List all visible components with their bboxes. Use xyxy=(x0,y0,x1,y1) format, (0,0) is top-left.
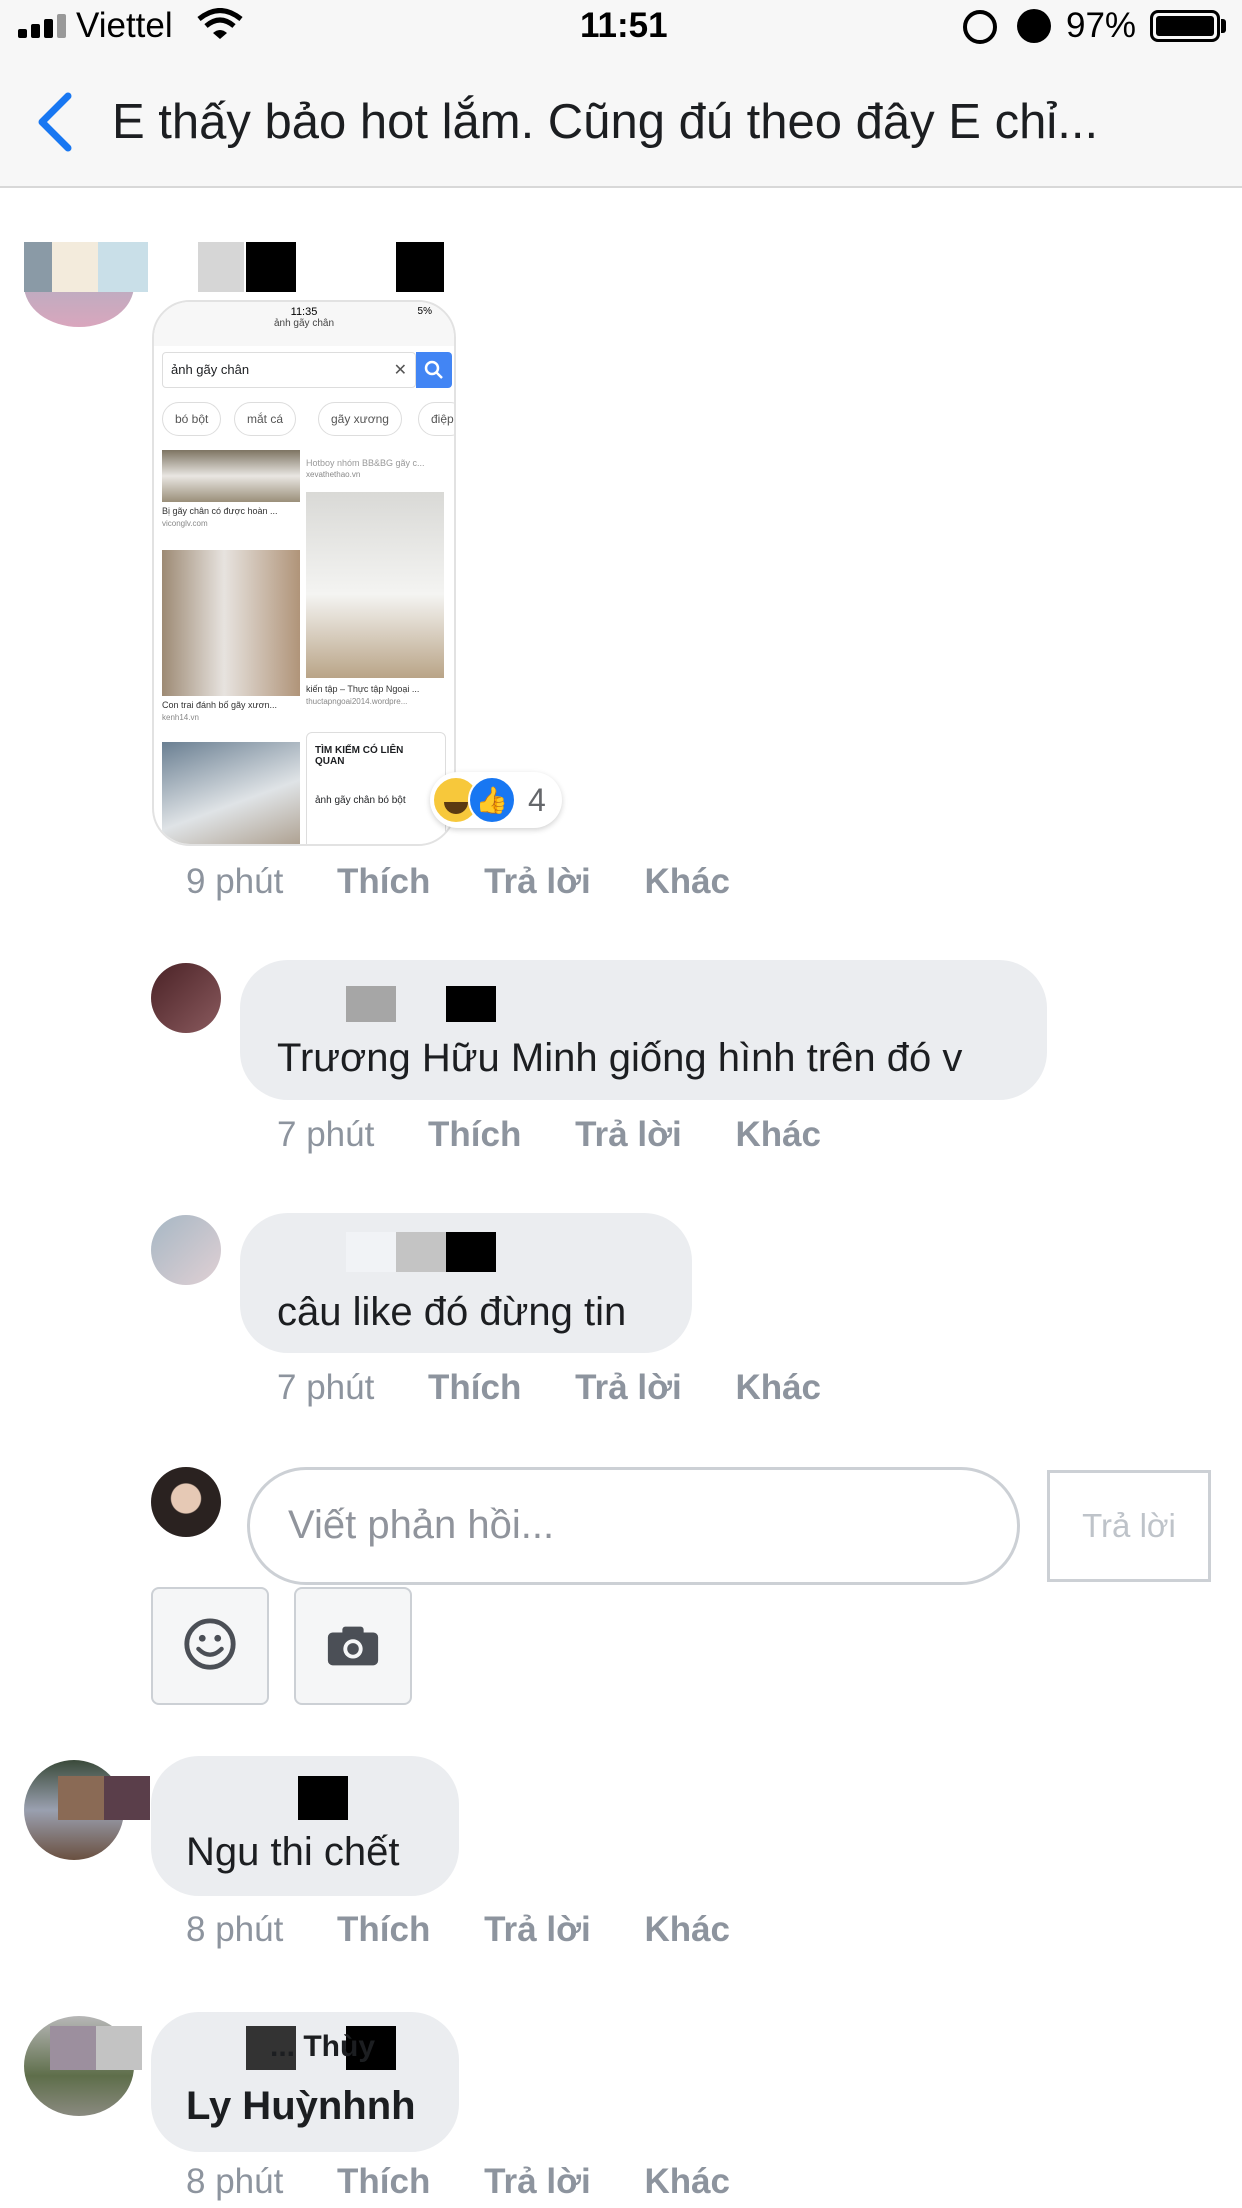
comment-actions: 7 phút Thích Trả lời Khác xyxy=(277,1368,821,1408)
redacted-name xyxy=(346,1232,496,1272)
battery-percent: 97% xyxy=(1066,6,1137,45)
comment-actions: 7 phút Thích Trả lời Khác xyxy=(277,1115,821,1155)
image-source: xevathethao.vn xyxy=(306,470,361,479)
redacted-name xyxy=(346,986,496,1022)
image-source: thuctapngoai2014.wordpre... xyxy=(306,697,408,706)
battery-icon xyxy=(1150,10,1220,42)
image-battery: 5% xyxy=(417,306,432,317)
image-thumbnail xyxy=(162,450,300,502)
like-reaction-icon: 👍 xyxy=(468,776,516,824)
comment-text: Ly Huỳnhnh xyxy=(186,2084,416,2128)
back-chevron-icon[interactable] xyxy=(28,92,88,152)
redacted-name xyxy=(58,1776,348,1820)
reply-button[interactable]: Trả lời xyxy=(575,1115,682,1154)
related-item: ảnh gãy chân bó bột xyxy=(315,795,406,806)
comment-text: Trương Hữu Minh giống hình trên đó v xyxy=(277,1036,963,1080)
comment-text: câu like đó đừng tin xyxy=(277,1290,627,1334)
status-bar: Viettel 11:51 97% xyxy=(0,0,1242,54)
image-chip: điệp xyxy=(418,402,454,436)
like-button[interactable]: Thích xyxy=(428,1115,521,1154)
image-caption: Bị gãy chân có được hoàn ... xyxy=(162,506,278,516)
like-button[interactable]: Thích xyxy=(337,2162,430,2201)
reply-button[interactable]: Trả lời xyxy=(484,2162,591,2201)
reply-button[interactable]: Trả lời xyxy=(484,862,591,901)
image-status-bar: 11:35 ảnh gãy chân 5% xyxy=(154,302,454,346)
alarm-icon xyxy=(1017,9,1051,43)
comment-time: 7 phút xyxy=(277,1368,375,1407)
image-thumbnail xyxy=(306,492,444,678)
comment-image[interactable]: 11:35 ảnh gãy chân 5% ảnh gãy chân ✕ bó b… xyxy=(152,300,456,846)
image-query: ảnh gãy chân xyxy=(171,362,250,377)
more-button[interactable]: Khác xyxy=(735,1368,821,1407)
carrier-label: Viettel xyxy=(76,6,173,45)
reaction-count: 4 xyxy=(528,782,546,818)
like-button[interactable]: Thích xyxy=(337,862,430,901)
post-title: E thấy bảo hot lắm. Cũng đú theo đây E c… xyxy=(112,95,1099,149)
image-source: kenh14.vn xyxy=(162,713,199,722)
comment-time: 8 phút xyxy=(186,2162,284,2201)
clear-icon: ✕ xyxy=(393,362,407,379)
image-chip: bó bột xyxy=(162,402,222,436)
image-caption: Con trai đánh bố gãy xươn... xyxy=(162,700,277,710)
reply-button[interactable]: Trả lời xyxy=(575,1368,682,1407)
comment-actions: 9 phút Thích Trả lời Khác xyxy=(186,862,730,902)
rotation-lock-icon xyxy=(963,10,997,44)
nav-bar: E thấy bảo hot lắm. Cũng đú theo đây E c… xyxy=(0,54,1242,188)
camera-button[interactable] xyxy=(294,1587,412,1705)
avatar[interactable] xyxy=(151,1215,221,1285)
commenter-name-fragment: ... Thùy xyxy=(270,2030,375,2063)
image-time: 11:35 xyxy=(290,306,318,318)
redacted-name xyxy=(24,242,444,292)
image-source: viconglv.com xyxy=(162,519,208,528)
image-search-icon xyxy=(416,352,452,388)
emoji-button[interactable] xyxy=(151,1587,269,1705)
reply-submit-button[interactable]: Trả lời xyxy=(1047,1470,1211,1582)
image-search-field: ảnh gãy chân ✕ xyxy=(162,352,416,388)
more-button[interactable]: Khác xyxy=(644,862,730,901)
more-button[interactable]: Khác xyxy=(644,1910,730,1949)
reaction-summary[interactable]: 👍 4 xyxy=(430,772,562,828)
signal-icon xyxy=(18,14,70,38)
comment-time: 9 phút xyxy=(186,862,284,901)
avatar[interactable] xyxy=(151,963,221,1033)
reply-placeholder: Viết phản hồi... xyxy=(288,1503,555,1547)
current-user-avatar xyxy=(151,1467,221,1537)
image-caption: Hotboy nhóm BB&BG gãy c... xyxy=(306,458,425,468)
image-url: ảnh gãy chân xyxy=(273,318,335,329)
battery-tip xyxy=(1221,19,1226,33)
emoji-icon xyxy=(184,1618,236,1670)
comment-time: 8 phút xyxy=(186,1910,284,1949)
camera-icon xyxy=(327,1626,379,1666)
status-time: 11:51 xyxy=(580,6,668,45)
comment-text: Ngu thi chết xyxy=(186,1830,400,1874)
like-button[interactable]: Thích xyxy=(337,1910,430,1949)
image-chip: mắt cá xyxy=(234,402,297,436)
reply-button[interactable]: Trả lời xyxy=(484,1910,591,1949)
image-thumbnail xyxy=(162,742,300,844)
related-searches: TÌM KIẾM CÓ LIÊN QUAN ảnh gãy chân bó bộ… xyxy=(306,732,446,844)
comment-actions: 8 phút Thích Trả lời Khác xyxy=(186,2162,730,2202)
image-thumbnail xyxy=(162,550,300,696)
more-button[interactable]: Khác xyxy=(735,1115,821,1154)
comment-actions: 8 phút Thích Trả lời Khác xyxy=(186,1910,730,1950)
comment-time: 7 phút xyxy=(277,1115,375,1154)
image-caption: kiến tập – Thực tập Ngoại ... xyxy=(306,684,420,694)
related-title: TÌM KIẾM CÓ LIÊN QUAN xyxy=(315,745,404,767)
image-chip: gãy xương xyxy=(318,402,402,436)
like-button[interactable]: Thích xyxy=(428,1368,521,1407)
more-button[interactable]: Khác xyxy=(644,2162,730,2201)
wifi-icon xyxy=(197,8,243,39)
